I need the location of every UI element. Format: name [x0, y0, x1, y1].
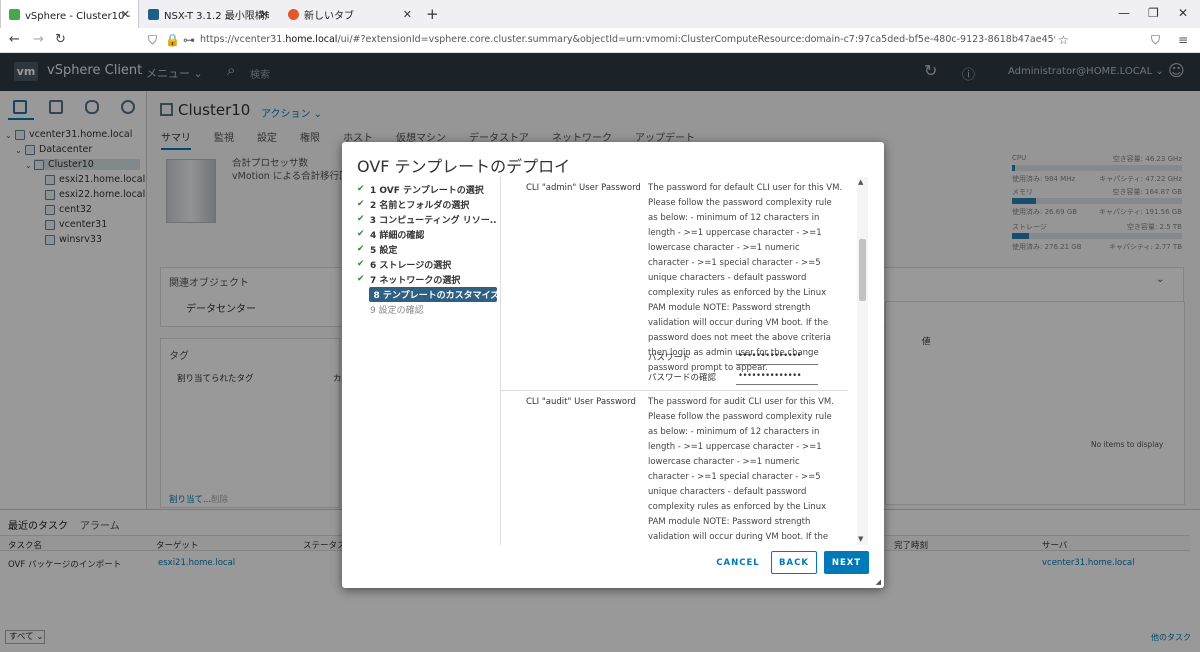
reload-icon[interactable]: ↻	[55, 32, 66, 47]
scroll-thumb[interactable]	[859, 239, 866, 301]
back-button[interactable]: BACK	[771, 551, 817, 574]
scroll-up-icon[interactable]: ▲	[858, 178, 863, 186]
step-label: 4 詳細の確認	[370, 230, 425, 241]
close-tab-icon[interactable]: ✕	[260, 8, 269, 21]
property-description: The password for default CLI user for th…	[648, 183, 843, 373]
resize-grip-icon[interactable]: ◢	[876, 578, 881, 586]
password-input[interactable]: ••••••••••••••	[736, 349, 818, 365]
password-row: パスワード ••••••••••••••	[648, 349, 818, 365]
step-label: 5 設定	[370, 245, 398, 256]
pocket-icon[interactable]: ⛉	[1151, 33, 1160, 48]
check-icon: ✔	[357, 214, 365, 224]
dialog-title: OVF テンプレートのデプロイ	[357, 157, 571, 176]
close-tab-icon[interactable]: ✕	[121, 8, 130, 21]
property-admin-password: CLI "admin" User Password The password f…	[501, 177, 869, 390]
back-arrow-icon[interactable]: ←	[9, 32, 20, 47]
check-icon: ✔	[357, 184, 365, 194]
customize-template-form: CLI "admin" User Password The password f…	[501, 177, 869, 545]
check-icon: ✔	[357, 259, 365, 269]
close-window-icon[interactable]: ✕	[1178, 6, 1188, 20]
shield-icon[interactable]: ⛉	[148, 33, 157, 48]
step-label: 3 コンピューティング リソー...	[369, 215, 497, 226]
wizard-step-current[interactable]: 8 テンプレートのカスタマイズ	[357, 286, 497, 302]
step-label: 1 OVF テンプレートの選択	[370, 185, 484, 196]
tab-title: 新しいタブ	[304, 10, 354, 22]
step-label: 8 テンプレートのカスタマイズ	[369, 286, 497, 302]
check-icon: ✔	[357, 229, 365, 239]
next-button[interactable]: NEXT	[824, 551, 869, 574]
wizard-step[interactable]: ✔ 2 名前とフォルダの選択	[357, 197, 497, 211]
property-audit-password: CLI "audit" User Password The password f…	[501, 391, 869, 545]
url-host: home.local	[285, 34, 338, 45]
property-description: The password for audit CLI user for this…	[648, 397, 834, 542]
browser-nav-bar: ← → ↻ ⛉ 🔒 ⊶ https://vcenter31.home.local…	[0, 28, 1200, 53]
address-bar[interactable]: https://vcenter31.home.local/ui/#?extens…	[200, 34, 1055, 45]
wizard-step[interactable]: ✔ 6 ストレージの選択	[357, 257, 497, 271]
browser-tab-vsphere[interactable]: vSphere - Cluster10 - サマリ ✕	[0, 0, 139, 28]
new-tab-icon[interactable]: +	[426, 5, 439, 23]
menu-hamburger-icon[interactable]: ≡	[1178, 33, 1188, 47]
vsphere-favicon-icon	[9, 8, 20, 20]
restore-icon[interactable]: ❐	[1148, 6, 1159, 20]
confirm-password-input[interactable]: ••••••••••••••	[736, 369, 818, 385]
tab-title: vSphere - Cluster10 - サマリ	[25, 10, 130, 22]
nsx-favicon-icon	[148, 8, 159, 20]
wizard-step[interactable]: ✔ 3 コンピューティング リソー...	[357, 212, 497, 226]
property-label: CLI "audit" User Password	[526, 397, 636, 407]
wizard-step-pending[interactable]: 9 設定の確認	[357, 302, 497, 316]
url-path: /ui/#?extensionId=vsphere.core.cluster.s…	[337, 34, 1055, 45]
wizard-step[interactable]: ✔ 7 ネットワークの選択	[357, 272, 497, 286]
step-label: 7 ネットワークの選択	[370, 275, 461, 286]
check-icon: ✔	[357, 244, 365, 254]
confirm-row: パスワードの確認 ••••••••••••••	[648, 369, 818, 385]
step-label: 2 名前とフォルダの選択	[370, 200, 470, 211]
tab-title: NSX-T 3.1.2 最小限構成のインスト	[164, 10, 269, 22]
close-tab-icon[interactable]: ✕	[403, 8, 412, 21]
check-icon: ✔	[357, 274, 365, 284]
browser-tab-nsx[interactable]: NSX-T 3.1.2 最小限構成のインスト ✕	[140, 0, 277, 28]
step-label: 9 設定の確認	[370, 305, 424, 316]
scroll-down-icon[interactable]: ▼	[858, 535, 863, 543]
confirm-password-label: パスワードの確認	[648, 373, 717, 383]
form-scrollbar[interactable]: ▲ ▼	[857, 177, 868, 545]
permissions-icon[interactable]: ⊶	[183, 33, 195, 47]
wizard-step[interactable]: ✔ 4 詳細の確認	[357, 227, 497, 241]
deploy-ovf-dialog: OVF テンプレートのデプロイ ✔ 1 OVF テンプレートの選択 ✔ 2 名前とフ…	[342, 142, 884, 588]
step-label: 6 ストレージの選択	[370, 260, 452, 271]
wizard-step[interactable]: ✔ 1 OVF テンプレートの選択	[357, 182, 497, 196]
browser-tab-new[interactable]: 新しいタブ ✕	[280, 0, 420, 28]
browser-tab-bar: vSphere - Cluster10 - サマリ ✕ NSX-T 3.1.2 …	[0, 0, 1200, 28]
bookmark-star-icon[interactable]: ☆	[1058, 33, 1069, 47]
url-prefix: https://vcenter31.	[200, 34, 286, 45]
forward-arrow-icon[interactable]: →	[33, 32, 44, 47]
cancel-button[interactable]: CANCEL	[710, 551, 766, 574]
firefox-favicon-icon	[288, 8, 299, 20]
password-label: パスワード	[648, 353, 691, 363]
wizard-step[interactable]: ✔ 5 設定	[357, 242, 497, 256]
check-icon: ✔	[357, 199, 365, 209]
property-label: CLI "admin" User Password	[526, 183, 641, 193]
lock-icon[interactable]: 🔒	[165, 33, 180, 47]
minimize-icon[interactable]: —	[1118, 6, 1130, 20]
